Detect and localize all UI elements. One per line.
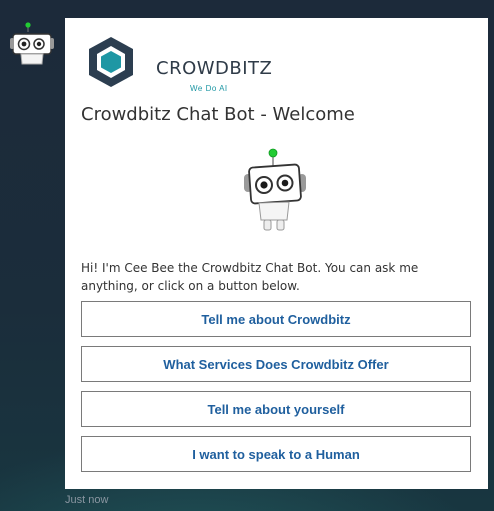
welcome-card: CROWDBITZ We Do AI Crowdbitz Chat Bot - … <box>65 18 488 489</box>
hexagon-logo-icon <box>89 37 133 87</box>
services-button[interactable]: What Services Does Crowdbitz Offer <box>81 346 471 382</box>
intro-text: Hi! I'm Cee Bee the Crowdbitz Chat Bot. … <box>81 261 419 293</box>
card-title: Crowdbitz Chat Bot - Welcome <box>81 104 355 125</box>
bot-illustration <box>240 146 310 232</box>
message-timestamp: Just now <box>65 494 109 506</box>
brand-tagline: We Do AI <box>190 84 228 93</box>
crowdbitz-logo: CROWDBITZ We Do AI <box>85 34 272 94</box>
robot-icon <box>10 22 54 65</box>
bot-avatar <box>10 20 56 68</box>
robot-icon <box>244 148 306 231</box>
tell-me-about-crowdbitz-button[interactable]: Tell me about Crowdbitz <box>81 301 471 337</box>
tell-me-about-yourself-button[interactable]: Tell me about yourself <box>81 391 471 427</box>
brand-name: CROWDBITZ <box>156 58 273 79</box>
speak-to-human-button[interactable]: I want to speak to a Human <box>81 436 471 472</box>
